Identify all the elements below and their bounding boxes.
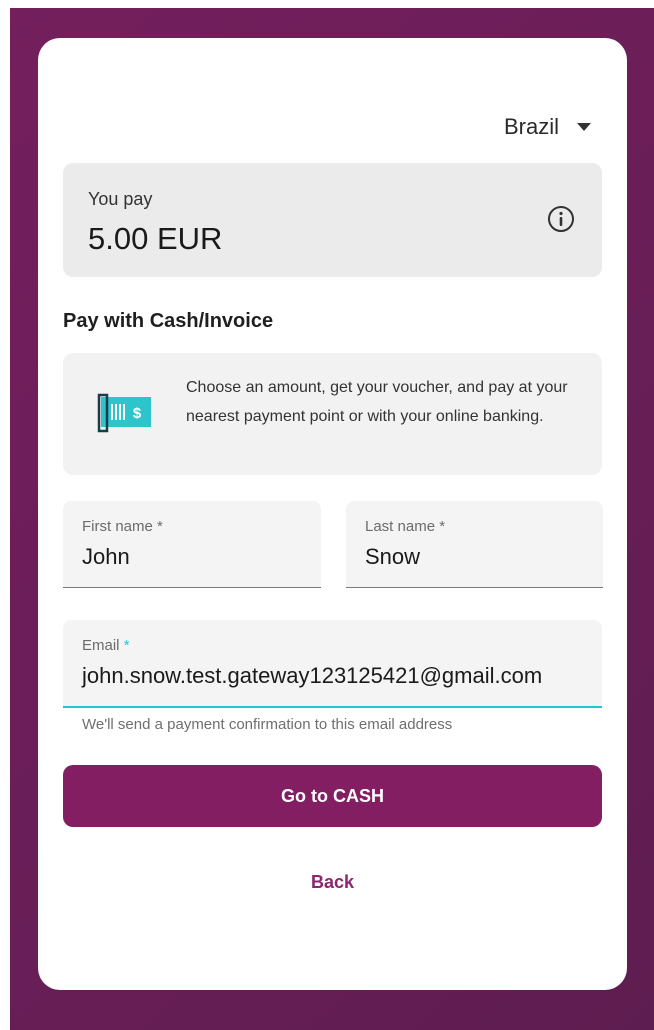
payment-summary: You pay 5.00 EUR [63, 163, 602, 277]
payment-method-description: Choose an amount, get your voucher, and … [186, 379, 568, 425]
payment-card: Brazil You pay 5.00 EUR Pay with Cash/In… [38, 38, 627, 990]
country-selector-value: Brazil [503, 114, 559, 139]
last-name-label: Last name * [365, 518, 446, 535]
you-pay-label: You pay [88, 189, 153, 209]
first-name-field[interactable]: First name * John [63, 501, 321, 588]
payment-method-info: $ Choose an amount, get your voucher, an… [63, 353, 602, 475]
voucher-icon: $ [97, 393, 151, 433]
first-name-value[interactable]: John [82, 544, 130, 570]
email-value[interactable]: john.snow.test.gateway123125421@gmail.co… [82, 663, 542, 689]
svg-text:$: $ [133, 405, 142, 422]
back-link[interactable]: Back [38, 872, 627, 893]
payment-method-title: Pay with Cash/Invoice [63, 310, 274, 332]
go-to-cash-button[interactable]: Go to CASH [63, 765, 602, 827]
email-helper-text: We'll send a payment confirmation to thi… [82, 716, 453, 733]
chevron-down-icon [577, 123, 591, 131]
email-field[interactable]: Email * john.snow.test.gateway123125421@… [63, 620, 602, 708]
last-name-field[interactable]: Last name * Snow [346, 501, 603, 588]
payment-amount: 5.00 EUR [88, 221, 223, 256]
last-name-value[interactable]: Snow [365, 544, 420, 570]
info-icon[interactable] [547, 205, 575, 233]
first-name-label: First name * [82, 518, 163, 535]
email-label: Email * [82, 637, 130, 654]
country-selector[interactable]: Brazil [504, 114, 591, 140]
